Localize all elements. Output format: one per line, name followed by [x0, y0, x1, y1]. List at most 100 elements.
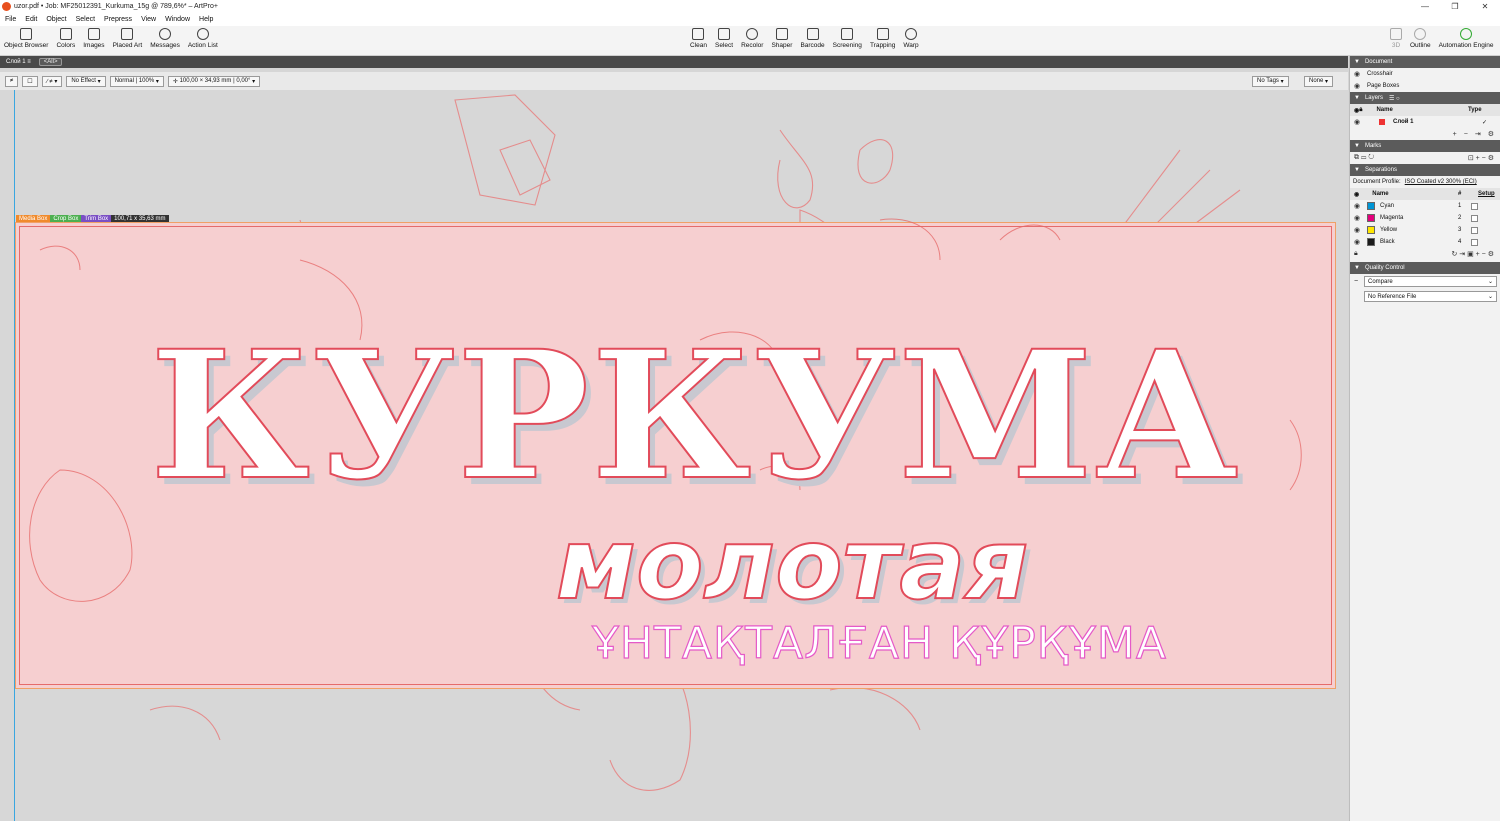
chevron-down-icon: ⌄ — [1487, 279, 1493, 285]
document-profile-row: Document Profile: ISO Coated v2 300% (ECI… — [1353, 179, 1477, 185]
list-icon — [20, 28, 33, 40]
layers-column-header: ◉ 🔒︎ Name Type — [1350, 104, 1500, 116]
all-filter-chip[interactable]: <All> — [38, 58, 63, 66]
outline-button[interactable]: Outline — [1410, 28, 1431, 49]
action-list-button[interactable]: Action List — [188, 28, 218, 49]
add-layer-icon[interactable]: + — [1453, 131, 1457, 138]
reference-file-dropdown[interactable]: No Reference File ⌄ — [1364, 291, 1497, 302]
document-profile-link[interactable]: ISO Coated v2 300% (ECI) — [1405, 179, 1477, 185]
line-style-dropdown[interactable]: ∕ ≠ ▾ — [41, 75, 63, 87]
maximize-button[interactable]: ❐ — [1440, 0, 1470, 13]
recolor-button[interactable]: Recolor — [741, 28, 763, 49]
right-panel: ▼ Document ◉ Crosshair ◉ Page Boxes ▼ Layers… — [1349, 56, 1500, 821]
3d-button[interactable]: 3D — [1390, 28, 1402, 49]
select-tool-button[interactable]: Select — [715, 28, 733, 49]
lock-icon[interactable]: 🔒︎ — [1354, 250, 1358, 258]
warp-button[interactable]: Warp — [903, 28, 919, 49]
minus-icon[interactable]: − — [1354, 278, 1358, 285]
select-icon — [718, 28, 731, 40]
separations-setup-link[interactable]: Setup — [1478, 191, 1495, 197]
layer-tab[interactable]: Слой 1 ≡ — [6, 59, 31, 65]
separation-row-yellow[interactable]: ◉ Yellow 3 — [1350, 224, 1500, 236]
marks-settings-icon[interactable]: ⊡ + − ⚙ — [1468, 154, 1494, 162]
blend-mode-dropdown[interactable]: Normal | 100% ▾ — [109, 75, 164, 87]
trapping-button[interactable]: Trapping — [870, 28, 895, 49]
separation-row-cyan[interactable]: ◉ Cyan 1 — [1350, 200, 1500, 212]
clean-button[interactable]: Clean — [690, 28, 707, 49]
separation-checkbox[interactable] — [1471, 214, 1478, 222]
menu-help[interactable]: Help — [199, 16, 213, 23]
collapse-triangle-icon: ▼ — [1354, 143, 1360, 149]
layer-row[interactable]: ◉ Слой 1 ✓ — [1350, 116, 1500, 128]
color-swatch — [1367, 214, 1375, 222]
none-dropdown[interactable]: None ▾ — [1304, 75, 1334, 87]
barcode-button[interactable]: Barcode — [800, 28, 825, 49]
menu-select[interactable]: Select — [76, 16, 95, 23]
color-swatch — [1367, 202, 1375, 210]
menu-edit[interactable]: Edit — [25, 16, 37, 23]
shaper-icon — [775, 28, 788, 40]
layer-color-icon — [1379, 119, 1385, 125]
separation-row-black[interactable]: ◉ Black 4 — [1350, 236, 1500, 248]
shaper-button[interactable]: Shaper — [771, 28, 792, 49]
product-title[interactable]: КУРКУМА — [149, 327, 1240, 505]
placed-art-button[interactable]: Placed Art — [113, 28, 142, 49]
menu-file[interactable]: File — [5, 16, 16, 23]
menu-bar: File Edit Object Select Prepress View Wi… — [0, 13, 1500, 26]
minimize-button[interactable]: — — [1410, 0, 1440, 13]
close-button[interactable]: ✕ — [1470, 0, 1500, 13]
separations-actions-icon[interactable]: ↻ ⇥ ▣ + − ⚙ — [1451, 250, 1494, 258]
merge-layer-icon[interactable]: ⇥ — [1475, 130, 1481, 138]
menu-window[interactable]: Window — [165, 16, 190, 23]
artpro-app-icon — [2, 2, 11, 11]
tags-dropdown[interactable]: No Tags ▾ — [1252, 75, 1289, 87]
screening-button[interactable]: Screening — [833, 28, 862, 49]
document-item-page-boxes[interactable]: ◉ Page Boxes — [1350, 80, 1500, 92]
marks-section-header[interactable]: ▼ Marks — [1350, 140, 1500, 152]
automation-engine-button[interactable]: Automation Engine — [1439, 28, 1494, 49]
document-tab-strip: Слой 1 ≡ <All> — [0, 56, 1348, 68]
remove-layer-icon[interactable]: − — [1464, 131, 1468, 138]
color-swatch — [1367, 226, 1375, 234]
artboard-canvas[interactable]: Media Box Crop Box Trim Box 100,71 x 35,… — [0, 90, 1348, 821]
object-browser-button[interactable]: Object Browser — [4, 28, 48, 49]
separation-checkbox[interactable] — [1471, 202, 1478, 210]
layers-list-icon[interactable]: ☰ ○ — [1389, 95, 1400, 102]
separation-checkbox[interactable] — [1471, 238, 1478, 246]
stroke-toggle[interactable]: ☐ — [22, 75, 38, 87]
sparkle-icon — [692, 28, 705, 40]
colors-button[interactable]: Colors — [56, 28, 75, 49]
menu-view[interactable]: View — [141, 16, 156, 23]
warp-icon — [905, 28, 917, 40]
messages-button[interactable]: Messages — [150, 28, 180, 49]
fill-toggle[interactable]: ≠ — [5, 75, 19, 87]
eye-icon[interactable]: ◉ — [1354, 118, 1363, 126]
eye-icon[interactable]: ◉ — [1354, 70, 1363, 78]
eye-icon[interactable]: ◉ — [1354, 238, 1363, 246]
effect-dropdown[interactable]: No Effect ▾ — [66, 75, 106, 87]
eye-icon[interactable]: ◉ — [1354, 202, 1363, 210]
separations-section-header[interactable]: ▼ Separations — [1350, 164, 1500, 176]
menu-prepress[interactable]: Prepress — [104, 16, 132, 23]
separation-row-magenta[interactable]: ◉ Magenta 2 — [1350, 212, 1500, 224]
eye-icon: ◉ — [1354, 191, 1360, 198]
product-subtitle[interactable]: молотая — [555, 515, 1029, 615]
transform-field[interactable]: ✛ 100,00 × 34,93 mm | 0,00° ▾ — [167, 75, 261, 87]
color-swatch — [1367, 238, 1375, 246]
layers-tools: + − ⇥ ⚙ — [1350, 128, 1500, 140]
menu-object[interactable]: Object — [46, 16, 66, 23]
separations-column-header: ◉ Name # Setup — [1350, 188, 1500, 200]
images-button[interactable]: Images — [83, 28, 105, 49]
separation-checkbox[interactable] — [1471, 226, 1478, 234]
marks-new-icon[interactable]: ⧉ ▭ ↻ — [1354, 154, 1374, 162]
eye-icon[interactable]: ◉ — [1354, 226, 1363, 234]
eye-icon[interactable]: ◉ — [1354, 82, 1363, 90]
kazakh-subtitle[interactable]: ҰНТАҚТАЛҒАН ҚҰРҚҰМА — [591, 621, 1167, 666]
quality-control-section-header[interactable]: ▼ Quality Control — [1350, 262, 1500, 274]
eye-icon[interactable]: ◉ — [1354, 214, 1363, 222]
document-item-crosshair[interactable]: ◉ Crosshair — [1350, 68, 1500, 80]
layer-settings-icon[interactable]: ⚙ — [1488, 130, 1494, 138]
document-section-header[interactable]: ▼ Document — [1350, 56, 1500, 68]
layers-section-header[interactable]: ▼ Layers ☰ ○ — [1350, 92, 1500, 104]
compare-dropdown[interactable]: Compare ⌄ — [1364, 276, 1497, 287]
